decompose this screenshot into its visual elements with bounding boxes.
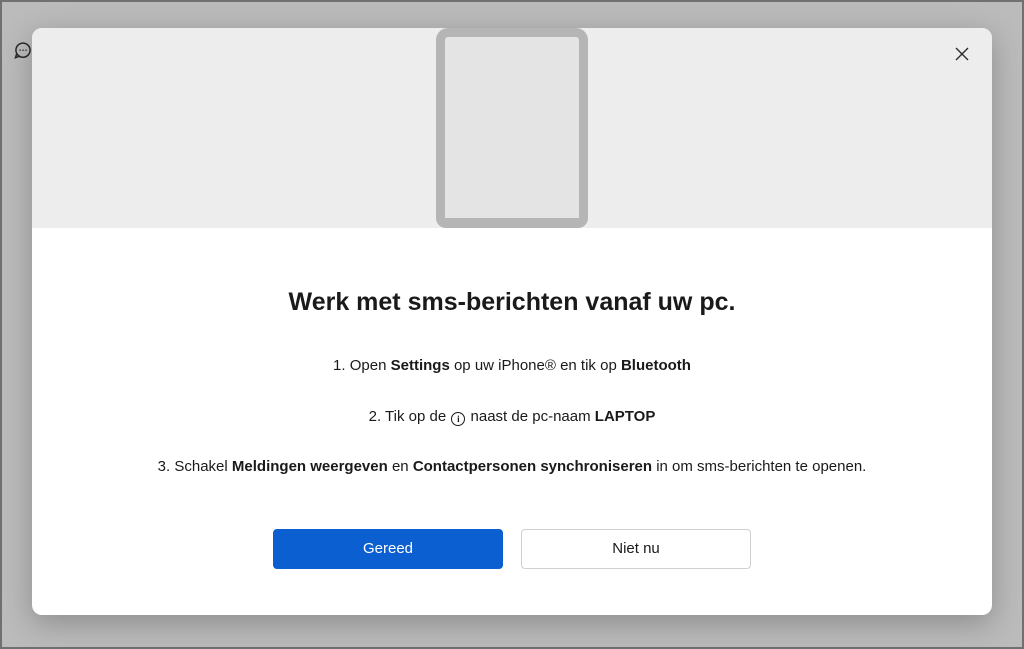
device-illustration [436, 28, 588, 228]
step-bold: Meldingen weergeven [232, 458, 388, 475]
dialog-content: Werk met sms-berichten vanaf uw pc. 1. O… [32, 228, 992, 615]
dialog-actions: Gereed Niet nu [273, 529, 751, 569]
info-icon: i [451, 412, 465, 426]
dialog-title: Werk met sms-berichten vanaf uw pc. [289, 288, 736, 317]
step-text: Tik op de [385, 408, 450, 425]
step-text: in om sms-berichten te openen. [652, 458, 866, 475]
step-text: Open [350, 357, 391, 374]
messages-icon [12, 40, 34, 62]
done-button[interactable]: Gereed [273, 529, 503, 569]
step-1: 1. Open Settings op uw iPhone® en tik op… [333, 355, 691, 378]
step-2: 2. Tik op de i naast de pc-naam LAPTOP [369, 406, 656, 429]
close-button[interactable] [948, 40, 976, 68]
setup-dialog: Werk met sms-berichten vanaf uw pc. 1. O… [32, 28, 992, 615]
step-num: 2. [369, 408, 385, 425]
step-bold: LAPTOP [595, 408, 656, 425]
step-text: Schakel [174, 458, 232, 475]
step-bold: Contactpersonen synchroniseren [413, 458, 652, 475]
step-num: 3. [158, 458, 175, 475]
step-bold: Bluetooth [621, 357, 691, 374]
step-3: 3. Schakel Meldingen weergeven en Contac… [158, 456, 867, 479]
step-text: en [388, 458, 413, 475]
step-text: op uw iPhone® en tik op [450, 357, 621, 374]
dialog-hero [32, 28, 992, 228]
not-now-button[interactable]: Niet nu [521, 529, 751, 569]
step-num: 1. [333, 357, 350, 374]
instruction-steps: 1. Open Settings op uw iPhone® en tik op… [112, 355, 912, 479]
step-text: naast de pc-naam [466, 408, 594, 425]
step-bold: Settings [391, 357, 450, 374]
